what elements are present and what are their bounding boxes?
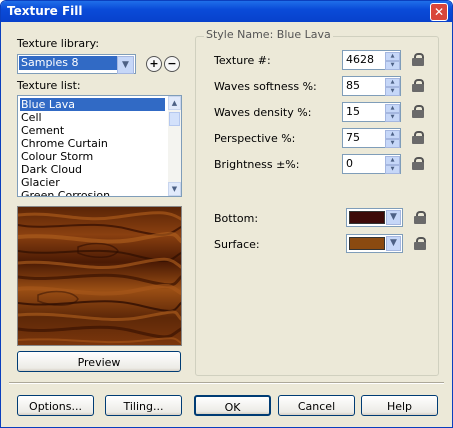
chevron-down-icon[interactable]: ▼: [386, 210, 401, 225]
lock-icon[interactable]: [412, 131, 424, 144]
tiling-button[interactable]: Tiling...: [105, 395, 182, 416]
chevron-down-icon[interactable]: ▼: [386, 236, 401, 251]
brightness-label: Brightness ±%:: [214, 158, 300, 171]
spin-up-icon[interactable]: ▲: [385, 156, 400, 165]
spin-up-icon[interactable]: ▲: [385, 78, 400, 87]
divider: [9, 382, 444, 384]
perspective-field[interactable]: 75 ▲ ▼: [342, 128, 401, 148]
ok-button[interactable]: OK: [194, 395, 271, 416]
texture-listbox[interactable]: Blue Lava Cell Cement Chrome Curtain Col…: [17, 95, 182, 197]
list-item[interactable]: Blue Lava: [20, 98, 165, 111]
spin-down-icon[interactable]: ▼: [385, 87, 400, 96]
list-item[interactable]: Cement: [20, 124, 64, 137]
surface-color-swatch: [349, 237, 385, 250]
lock-icon[interactable]: [412, 53, 424, 66]
list-item[interactable]: Green Corrosion: [20, 189, 110, 196]
texture-number-field[interactable]: 4628 ▲ ▼: [342, 50, 401, 70]
lock-icon[interactable]: [412, 79, 424, 92]
spin-down-icon[interactable]: ▼: [385, 165, 400, 174]
brightness-spinner[interactable]: ▲ ▼: [385, 156, 400, 174]
list-item[interactable]: Glacier: [20, 176, 60, 189]
spin-down-icon[interactable]: ▼: [385, 61, 400, 70]
lock-icon[interactable]: [412, 105, 424, 118]
bottom-color-swatch: [349, 211, 385, 224]
perspective-spinner[interactable]: ▲ ▼: [385, 130, 400, 148]
texture-list-label: Texture list:: [17, 79, 81, 92]
scroll-thumb[interactable]: [169, 112, 180, 126]
chevron-down-icon[interactable]: ▼: [117, 56, 134, 74]
scroll-down-icon[interactable]: ▼: [168, 182, 181, 196]
cancel-button[interactable]: Cancel: [278, 395, 355, 416]
spin-down-icon[interactable]: ▼: [385, 113, 400, 122]
texture-number-label: Texture #:: [214, 54, 271, 67]
texture-library-value: Samples 8: [19, 56, 117, 70]
texture-preview: [16, 206, 183, 346]
waves-density-spinner[interactable]: ▲ ▼: [385, 104, 400, 122]
list-scrollbar[interactable]: ▲ ▼: [168, 96, 181, 196]
lock-icon[interactable]: [414, 211, 426, 224]
surface-color-label: Surface:: [214, 238, 260, 251]
waves-softness-field[interactable]: 85 ▲ ▼: [342, 76, 401, 96]
waves-softness-label: Waves softness %:: [214, 80, 317, 93]
list-item[interactable]: Dark Cloud: [20, 163, 82, 176]
waves-softness-value: 85: [346, 79, 360, 92]
help-button[interactable]: Help: [361, 395, 438, 416]
surface-color-picker[interactable]: ▼: [346, 234, 403, 253]
waves-density-field[interactable]: 15 ▲ ▼: [342, 102, 401, 122]
texture-library-label: Texture library:: [17, 37, 100, 50]
waves-density-label: Waves density %:: [214, 106, 312, 119]
waves-density-value: 15: [346, 105, 360, 118]
waves-softness-spinner[interactable]: ▲ ▼: [385, 78, 400, 96]
list-item[interactable]: Cell: [20, 111, 42, 124]
options-button[interactable]: Options...: [17, 395, 94, 416]
perspective-label: Perspective %:: [214, 132, 296, 145]
spin-up-icon[interactable]: ▲: [385, 52, 400, 61]
brightness-field[interactable]: 0 ▲ ▼: [342, 154, 401, 174]
list-item[interactable]: Colour Storm: [20, 150, 93, 163]
wood-texture-image: [16, 207, 183, 345]
bottom-color-label: Bottom:: [214, 212, 259, 225]
texture-number-value: 4628: [346, 53, 374, 66]
style-name-title: Style Name: Blue Lava: [204, 28, 333, 41]
lock-icon[interactable]: [414, 237, 426, 250]
perspective-value: 75: [346, 131, 360, 144]
texture-fill-dialog: Texture Fill ✕ Texture library: Samples …: [0, 0, 453, 428]
list-item[interactable]: Chrome Curtain: [20, 137, 108, 150]
brightness-value: 0: [346, 157, 353, 170]
lock-icon[interactable]: [412, 157, 424, 170]
close-icon[interactable]: ✕: [430, 3, 448, 21]
texture-number-spinner[interactable]: ▲ ▼: [385, 52, 400, 70]
texture-library-select[interactable]: Samples 8 ▼: [17, 54, 136, 74]
spin-up-icon[interactable]: ▲: [385, 130, 400, 139]
bottom-color-picker[interactable]: ▼: [346, 208, 403, 227]
preview-button[interactable]: Preview: [17, 351, 181, 372]
dialog-title: Texture Fill: [7, 4, 83, 18]
title-bar[interactable]: Texture Fill ✕: [1, 1, 452, 22]
remove-library-button[interactable]: −: [164, 56, 180, 72]
scroll-up-icon[interactable]: ▲: [168, 96, 181, 110]
spin-down-icon[interactable]: ▼: [385, 139, 400, 148]
add-library-button[interactable]: +: [146, 56, 162, 72]
spin-up-icon[interactable]: ▲: [385, 104, 400, 113]
